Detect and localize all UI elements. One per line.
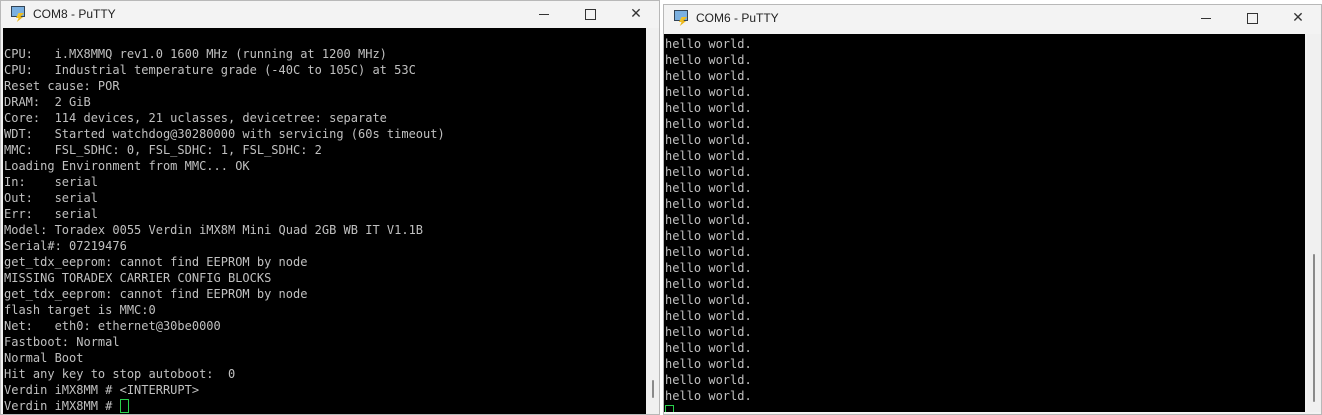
maximize-button[interactable] <box>567 1 613 27</box>
terminal-line: hello world. <box>665 373 752 387</box>
terminal-line: Loading Environment from MMC... OK <box>4 159 250 173</box>
terminal-line: Hit any key to stop autoboot: 0 <box>4 367 236 381</box>
terminal-line: MISSING TORADEX CARRIER CONFIG BLOCKS <box>4 271 272 285</box>
terminal-line: flash target is MMC:0 <box>4 303 156 317</box>
terminal-line: DRAM: 2 GiB <box>4 95 91 109</box>
scrollbar-thumb[interactable] <box>652 380 654 398</box>
maximize-icon <box>584 8 596 20</box>
terminal-line: hello world. <box>665 149 752 163</box>
close-button[interactable]: ✕ <box>1275 5 1321 31</box>
terminal-line: hello world. <box>665 53 752 67</box>
window-title: COM6 - PuTTY <box>696 11 779 25</box>
terminal-line: hello world. <box>665 37 752 51</box>
terminal-line: Reset cause: POR <box>4 79 120 93</box>
terminal-line: hello world. <box>665 389 752 403</box>
terminal-output: CPU: i.MX8MMQ rev1.0 1600 MHz (running a… <box>4 46 445 414</box>
terminal-line: CPU: Industrial temperature grade (-40C … <box>4 63 416 77</box>
window-title: COM8 - PuTTY <box>33 7 116 21</box>
terminal-line: get_tdx_eeprom: cannot find EEPROM by no… <box>4 255 308 269</box>
close-icon: ✕ <box>1292 10 1304 26</box>
terminal-area[interactable]: CPU: i.MX8MMQ rev1.0 1600 MHz (running a… <box>3 28 646 414</box>
minimize-icon <box>539 13 549 15</box>
minimize-button[interactable] <box>1183 5 1229 31</box>
terminal-line: CPU: i.MX8MMQ rev1.0 1600 MHz (running a… <box>4 47 387 61</box>
terminal-output: hello world. hello world. hello world. hell… <box>665 36 752 404</box>
terminal-prompt-line: Verdin iMX8MM # <box>4 398 445 414</box>
putty-window-com6[interactable]: COM6 - PuTTY ✕ hello world. hello world. h… <box>663 4 1322 415</box>
terminal-line: hello world. <box>665 213 752 227</box>
terminal-line: In: serial <box>4 175 98 189</box>
putty-icon[interactable] <box>9 5 27 23</box>
terminal-line: Fastboot: Normal <box>4 335 120 349</box>
terminal-line: hello world. <box>665 277 752 291</box>
terminal-line: hello world. <box>665 357 752 371</box>
terminal-line: hello world. <box>665 309 752 323</box>
putty-icon[interactable] <box>672 9 690 27</box>
scrollbar-thumb[interactable] <box>1313 254 1315 402</box>
terminal-area[interactable]: hello world. hello world. hello world. hell… <box>664 34 1305 412</box>
terminal-line: Core: 114 devices, 21 uclasses, devicetr… <box>4 111 387 125</box>
terminal-line: hello world. <box>665 133 752 147</box>
minimize-button[interactable] <box>521 1 567 27</box>
minimize-icon <box>1201 17 1211 19</box>
putty-window-com8[interactable]: COM8 - PuTTY ✕ CPU: i.MX8MMQ rev1.0 1600… <box>0 0 660 415</box>
terminal-line: hello world. <box>665 293 752 307</box>
terminal-line: Net: eth0: ethernet@30be0000 <box>4 319 221 333</box>
terminal-line: Serial#: 07219476 <box>4 239 127 253</box>
terminal-line: hello world. <box>665 101 752 115</box>
terminal-line: MMC: FSL_SDHC: 0, FSL_SDHC: 1, FSL_SDHC:… <box>4 143 322 157</box>
terminal-line: hello world. <box>665 229 752 243</box>
terminal-line: hello world. <box>665 85 752 99</box>
maximize-icon <box>1246 12 1258 24</box>
scrollbar[interactable] <box>1307 34 1321 412</box>
terminal-line: get_tdx_eeprom: cannot find EEPROM by no… <box>4 287 308 301</box>
terminal-line: hello world. <box>665 261 752 275</box>
terminal-line: WDT: Started watchdog@30280000 with serv… <box>4 127 445 141</box>
window-controls: ✕ <box>1183 5 1321 31</box>
terminal-line: hello world. <box>665 117 752 131</box>
terminal-line: Verdin iMX8MM # <INTERRUPT> <box>4 383 200 397</box>
terminal-line: hello world. <box>665 181 752 195</box>
close-button[interactable]: ✕ <box>613 1 659 27</box>
terminal-line: hello world. <box>665 245 752 259</box>
terminal-cursor <box>665 405 674 412</box>
terminal-line: hello world. <box>665 197 752 211</box>
terminal-line: hello world. <box>665 341 752 355</box>
scrollbar[interactable] <box>646 28 659 414</box>
terminal-line: Err: serial <box>4 207 98 221</box>
terminal-line: Out: serial <box>4 191 98 205</box>
terminal-line: Normal Boot <box>4 351 84 365</box>
title-bar[interactable]: COM8 - PuTTY ✕ <box>1 1 659 27</box>
terminal-prompt: Verdin iMX8MM # <box>4 399 120 413</box>
terminal-line: Model: Toradex 0055 Verdin iMX8M Mini Qu… <box>4 223 424 237</box>
terminal-line: hello world. <box>665 325 752 339</box>
terminal-line: hello world. <box>665 165 752 179</box>
title-bar[interactable]: COM6 - PuTTY ✕ <box>664 5 1321 31</box>
terminal-line: hello world. <box>665 69 752 83</box>
window-controls: ✕ <box>521 1 659 27</box>
close-icon: ✕ <box>630 6 642 22</box>
terminal-cursor-row <box>665 404 674 412</box>
maximize-button[interactable] <box>1229 5 1275 31</box>
terminal-cursor <box>119 399 129 413</box>
